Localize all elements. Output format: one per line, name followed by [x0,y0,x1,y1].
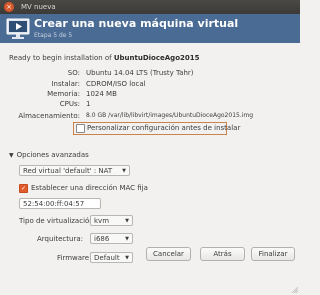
mac-address-input[interactable]: 52:54:00:ff:04:57 [19,198,101,209]
cpus-label: CPUs: [59,100,80,108]
memory-label: Memoria: [47,90,80,98]
customize-checkbox[interactable] [76,124,85,133]
wizard-title: Crear una nueva máquina virtual [34,17,239,30]
expander-arrow-icon: ▼ [9,152,14,159]
virt-type-select[interactable]: kvm ▼ [90,215,133,226]
cancel-button[interactable]: Cancelar [146,247,191,261]
architecture-select[interactable]: i686 ▼ [90,233,133,244]
os-label: SO: [67,69,80,77]
wizard-header: Crear una nueva máquina virtual Etapa 5 … [0,14,300,43]
architecture-label: Arquitectura: [37,235,83,243]
advanced-options-label: Opciones avanzadas [16,151,89,159]
chevron-down-icon: ▼ [122,168,126,174]
ready-message: Ready to begin installation of UbuntuDio… [9,54,200,62]
customize-label[interactable]: Personalizar configuración antes de inst… [87,124,240,132]
install-value: CDROM/ISO local [86,80,146,88]
virt-type-label: Tipo de virtualización: [19,217,97,225]
titlebar: × MV nueva [0,0,300,14]
storage-label: Almacenamiento: [18,112,80,120]
storage-value: 8.0 GB /var/lib/libvirt/images/UbuntuDio… [86,112,254,119]
firmware-select[interactable]: Default ▼ [90,252,133,263]
chevron-down-icon: ▼ [125,255,129,261]
firmware-label: Firmware: [57,254,92,262]
chevron-down-icon: ▼ [125,218,129,224]
install-label: Instalar: [51,80,80,88]
chevron-down-icon: ▼ [125,236,129,242]
window-title: MV nueva [21,3,56,11]
os-value: Ubuntu 14.04 LTS (Trusty Tahr) [86,69,194,77]
finish-button[interactable]: Finalizar [251,247,295,261]
cpus-value: 1 [86,100,91,108]
back-button[interactable]: Atrás [200,247,245,261]
fixed-mac-checkbox[interactable]: ✓ [19,184,28,193]
resize-grip-icon[interactable] [292,287,298,293]
memory-value: 1024 MB [86,90,117,98]
monitor-play-icon [6,18,30,39]
vm-name: UbuntuDioceAgo2015 [113,54,200,62]
advanced-options-expander[interactable]: ▼ Opciones avanzadas [9,151,89,159]
new-vm-window: × MV nueva Crear una nueva máquina virtu… [0,0,300,295]
network-select[interactable]: Red virtual 'default' : NAT ▼ [19,165,130,176]
fixed-mac-label[interactable]: Establecer una dirección MAC fija [31,184,148,192]
close-window-button[interactable]: × [4,2,14,12]
wizard-step: Etapa 5 de 5 [34,32,73,39]
